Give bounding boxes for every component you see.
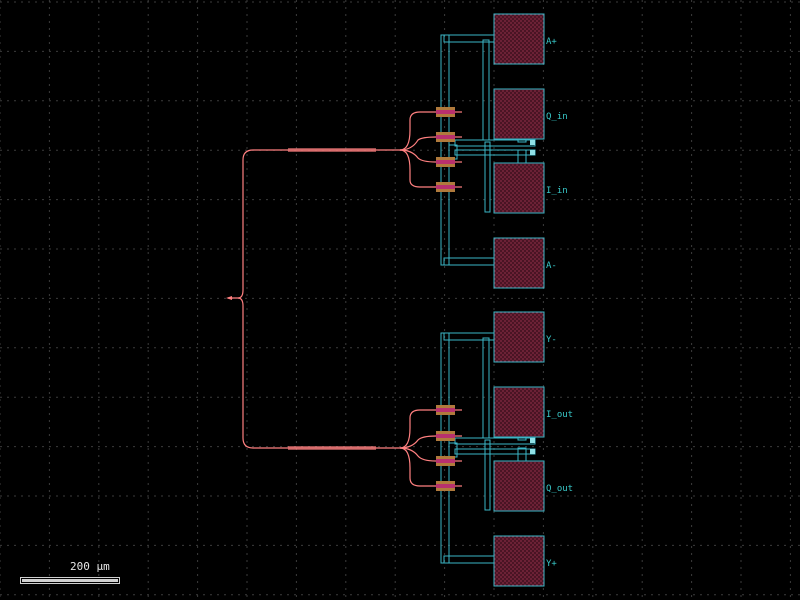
lower-fan-4 (399, 447, 436, 487)
bond-pads: A+ Q_in I_in A- Y- I_out Q_out Y+ (493, 13, 573, 587)
scale-bar-icon (20, 577, 120, 584)
heaters (436, 107, 455, 491)
pad-i-in (493, 162, 545, 214)
pad-i-out (493, 386, 545, 438)
upper-fan-4 (399, 149, 436, 188)
input-port-marker (226, 296, 232, 300)
scale-bar: 200 µm (20, 560, 130, 590)
pad-y-plus (493, 535, 545, 587)
scale-bar-fill (22, 579, 118, 582)
pad-a-minus-label: A- (546, 261, 557, 271)
pad-a-minus (493, 237, 545, 289)
lower-fan-1 (399, 409, 436, 449)
pad-a-plus-label: A+ (546, 37, 557, 47)
waveguide-network (228, 111, 462, 487)
pad-q-in-label: Q_in (546, 112, 568, 122)
pad-y-minus-label: Y- (546, 335, 557, 345)
pad-y-plus-label: Y+ (546, 559, 557, 569)
pad-q-in (493, 88, 545, 140)
pad-y-minus (493, 311, 545, 363)
input-splitter (228, 149, 290, 299)
pad-i-out-label: I_out (546, 410, 573, 420)
pad-q-out-label: Q_out (546, 484, 573, 494)
input-splitter-lower (237, 297, 290, 449)
layout-canvas: A+ Q_in I_in A- Y- I_out Q_out Y+ (0, 0, 800, 600)
scale-bar-label: 200 µm (70, 560, 110, 573)
pad-q-out (493, 460, 545, 512)
upper-fan-1 (399, 111, 436, 151)
pad-i-in-label: I_in (546, 186, 568, 196)
pad-a-plus (493, 13, 545, 65)
grid (0, 0, 800, 600)
